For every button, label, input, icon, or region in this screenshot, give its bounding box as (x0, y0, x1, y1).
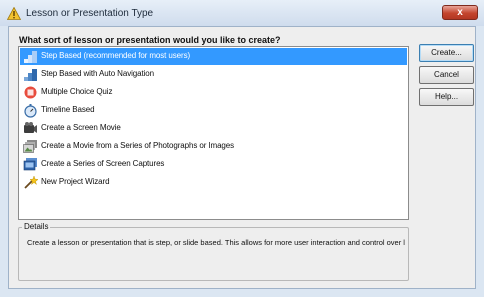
screen-captures-icon (23, 158, 37, 171)
lesson-type-list[interactable]: Step Based (recommended for most users) … (18, 46, 409, 220)
list-item-new-project-wizard[interactable]: New Project Wizard (20, 174, 407, 191)
question-label: What sort of lesson or presentation woul… (19, 35, 281, 45)
steps-icon (24, 51, 37, 63)
list-item-timeline-based[interactable]: Timeline Based (20, 102, 407, 119)
list-item-screen-movie[interactable]: Create a Screen Movie (20, 120, 407, 137)
dialog-window: Lesson or Presentation Type x What sort … (0, 0, 484, 297)
list-item-label: Step Based with Auto Navigation (41, 69, 154, 78)
film-camera-icon (24, 122, 37, 133)
cancel-button[interactable]: Cancel (419, 66, 474, 84)
close-button[interactable]: x (442, 5, 478, 20)
list-item-label: Multiple Choice Quiz (41, 87, 113, 96)
window-title: Lesson or Presentation Type (26, 8, 154, 19)
photo-stack-icon (23, 140, 37, 153)
list-item-label: Timeline Based (41, 105, 95, 114)
list-item-screen-captures[interactable]: Create a Series of Screen Captures (20, 156, 407, 173)
quiz-icon (24, 86, 37, 99)
list-item-label: Create a Screen Movie (41, 123, 121, 132)
wizard-wand-icon (24, 175, 38, 189)
auto-navigation-icon (24, 69, 37, 81)
details-group (18, 227, 409, 281)
list-item-label: New Project Wizard (41, 177, 110, 186)
stopwatch-icon (24, 104, 37, 118)
details-legend: Details (22, 222, 51, 231)
details-description: Create a lesson or presentation that is … (27, 238, 405, 247)
app-warning-icon (7, 7, 21, 20)
list-item-multiple-choice-quiz[interactable]: Multiple Choice Quiz (20, 84, 407, 101)
list-item-step-based[interactable]: Step Based (recommended for most users) (20, 48, 407, 65)
list-item-label: Create a Movie from a Series of Photogra… (41, 141, 235, 150)
help-button[interactable]: Help... (419, 88, 474, 106)
list-item-movie-from-photos[interactable]: Create a Movie from a Series of Photogra… (20, 138, 407, 155)
list-item-label: Step Based (recommended for most users) (41, 51, 191, 60)
create-button[interactable]: Create... (419, 44, 474, 62)
list-item-auto-navigation[interactable]: Step Based with Auto Navigation (20, 66, 407, 83)
title-bar[interactable]: Lesson or Presentation Type x (0, 0, 484, 26)
list-item-label: Create a Series of Screen Captures (41, 159, 165, 168)
